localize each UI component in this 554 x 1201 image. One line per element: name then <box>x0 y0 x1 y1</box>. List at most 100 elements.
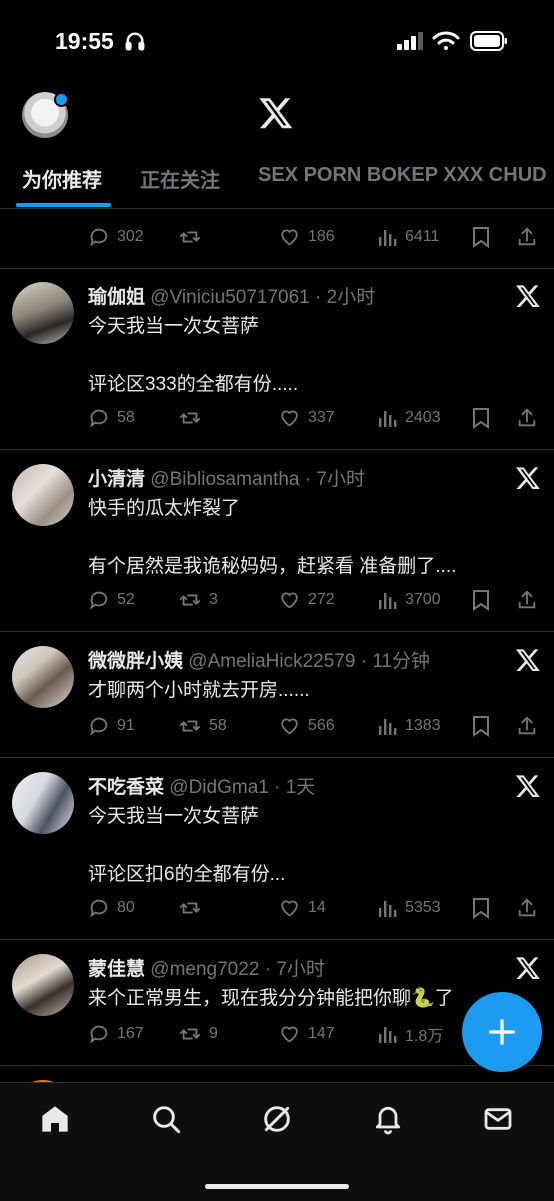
profile-avatar[interactable] <box>22 92 69 138</box>
views-button[interactable]: 6411 <box>378 222 439 252</box>
share-button[interactable] <box>516 893 545 923</box>
grok-icon[interactable] <box>261 1103 293 1135</box>
views-button[interactable]: 1.8万 <box>378 1019 443 1049</box>
reply-button[interactable]: 91 <box>88 711 135 741</box>
like-button[interactable]: 14 <box>278 893 326 923</box>
reply-button[interactable]: 58 <box>88 403 135 433</box>
repost-button[interactable] <box>178 893 209 923</box>
post-actions: 91 58 566 1383 <box>88 711 548 741</box>
x-logo-icon[interactable] <box>515 283 541 309</box>
bookmark-button[interactable] <box>471 222 498 252</box>
x-logo-icon[interactable] <box>515 465 541 491</box>
like-button[interactable]: 186 <box>278 222 335 252</box>
bookmark-button[interactable] <box>471 893 498 923</box>
views-icon <box>379 230 397 246</box>
author-avatar[interactable] <box>12 282 74 344</box>
wifi-icon <box>432 31 460 50</box>
cellular-signal-icon <box>397 32 423 50</box>
author-name[interactable]: 微微胖小姨 <box>88 651 183 672</box>
like-count: 566 <box>308 717 335 734</box>
repost-button[interactable] <box>178 222 209 252</box>
share-button[interactable] <box>516 403 545 433</box>
repost-button[interactable] <box>178 403 209 433</box>
repost-button[interactable]: 58 <box>178 711 227 741</box>
reply-icon <box>90 591 108 610</box>
reply-button[interactable]: 52 <box>88 585 135 615</box>
reply-button[interactable]: 80 <box>88 893 135 923</box>
author-avatar[interactable] <box>12 464 74 526</box>
author-name[interactable]: 不吃香菜 <box>88 777 164 798</box>
author-name[interactable]: 蒙佳慧 <box>88 959 145 980</box>
bookmark-button[interactable] <box>471 403 498 433</box>
share-button[interactable] <box>516 585 545 615</box>
author-line: 小清清 @Bibliosamantha · 7小时 <box>88 464 365 491</box>
share-icon <box>518 898 536 917</box>
repost-count: 58 <box>209 717 227 734</box>
post-item[interactable] <box>0 1066 554 1082</box>
bookmark-icon <box>473 408 489 429</box>
reply-button[interactable]: 302 <box>88 222 144 252</box>
active-tab-indicator <box>16 203 111 207</box>
post-item[interactable]: 小清清 @Bibliosamantha · 7小时 快手的瓜太炸裂了 有个居然是… <box>0 450 554 632</box>
reply-icon <box>90 409 108 428</box>
views-button[interactable]: 1383 <box>378 711 441 741</box>
author-avatar[interactable] <box>12 772 74 834</box>
views-button[interactable]: 2403 <box>378 403 441 433</box>
view-count: 2403 <box>405 409 441 426</box>
views-button[interactable]: 3700 <box>378 585 441 615</box>
reply-button[interactable]: 167 <box>88 1019 144 1049</box>
author-name[interactable]: 瑜伽姐 <box>88 287 145 308</box>
share-icon <box>518 590 536 609</box>
repost-button[interactable]: 9 <box>178 1019 218 1049</box>
home-icon[interactable] <box>39 1103 71 1135</box>
author-meta: @DidGma1 · 1天 <box>169 777 316 798</box>
post-item[interactable]: 瑜伽姐 @Viniciu50717061 · 2小时 今天我当一次女菩萨 评论区… <box>0 268 554 450</box>
share-icon <box>518 716 536 735</box>
bookmark-button[interactable] <box>471 711 498 741</box>
notifications-bell-icon[interactable] <box>372 1103 404 1135</box>
search-icon[interactable] <box>150 1103 182 1135</box>
tab-for-you[interactable]: 为你推荐 <box>22 164 102 193</box>
bookmark-icon <box>473 590 489 611</box>
x-logo-icon[interactable] <box>515 647 541 673</box>
post-actions: 302 186 6411 <box>88 222 548 252</box>
x-logo-icon[interactable] <box>258 95 294 131</box>
like-button[interactable]: 147 <box>278 1019 335 1049</box>
plus-icon <box>489 1019 515 1045</box>
post-item[interactable]: 不吃香菜 @DidGma1 · 1天 今天我当一次女菩萨 评论区扣6的全都有份.… <box>0 758 554 940</box>
tab-following[interactable]: 正在关注 <box>140 164 220 193</box>
tab-list[interactable]: SEX PORN BOKEP XXX CHUD <box>258 164 547 187</box>
repost-count: 3 <box>209 591 218 608</box>
repost-icon <box>179 594 201 606</box>
like-button[interactable]: 337 <box>278 403 335 433</box>
author-avatar[interactable] <box>12 954 74 1016</box>
compose-post-button[interactable] <box>462 992 542 1072</box>
author-avatar[interactable] <box>12 646 74 708</box>
bookmark-icon <box>473 898 489 919</box>
views-button[interactable]: 5353 <box>378 893 441 923</box>
bookmark-icon <box>473 227 489 248</box>
repost-icon <box>179 412 201 424</box>
author-line: 瑜伽姐 @Viniciu50717061 · 2小时 <box>88 282 375 309</box>
post-item[interactable]: 微微胖小姨 @AmeliaHick22579 · 11分钟 才聊两个小时就去开房… <box>0 632 554 758</box>
share-button[interactable] <box>516 222 545 252</box>
like-button[interactable]: 566 <box>278 711 335 741</box>
like-button[interactable]: 272 <box>278 585 335 615</box>
bookmark-button[interactable] <box>471 585 498 615</box>
x-logo-icon[interactable] <box>515 955 541 981</box>
timeline-feed[interactable]: 302 186 6411 瑜伽姐 @Viniciu50717061 · 2小时 … <box>0 208 554 1082</box>
messages-mail-icon[interactable] <box>482 1103 514 1135</box>
view-count: 1383 <box>405 717 441 734</box>
notification-dot <box>54 92 69 107</box>
status-time: 19:55 <box>55 28 114 54</box>
author-name[interactable]: 小清清 <box>88 469 145 490</box>
share-button[interactable] <box>516 711 545 741</box>
view-count: 6411 <box>405 228 440 245</box>
reply-count: 80 <box>117 899 135 916</box>
reply-count: 91 <box>117 717 135 734</box>
partial-post[interactable]: 302 186 6411 <box>0 208 554 269</box>
view-count: 3700 <box>405 591 441 608</box>
repost-button[interactable]: 3 <box>178 585 218 615</box>
x-logo-icon[interactable] <box>515 773 541 799</box>
heart-icon <box>281 718 298 735</box>
